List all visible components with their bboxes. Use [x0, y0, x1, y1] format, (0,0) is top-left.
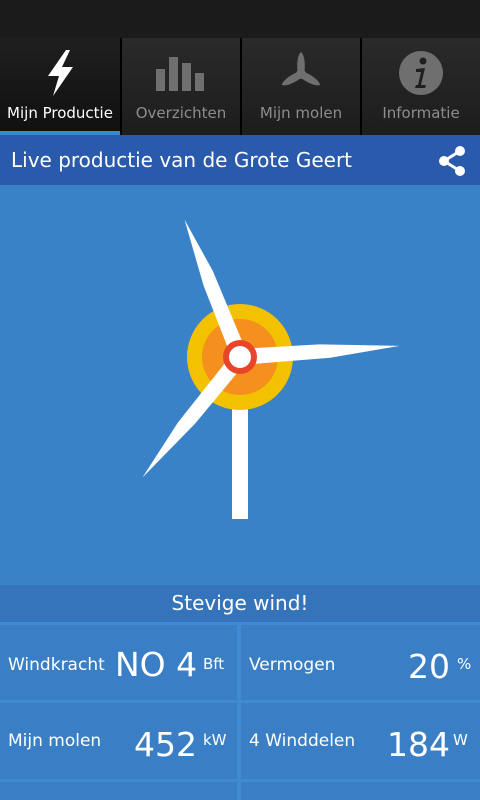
- tab-overzichten[interactable]: Overzichten: [120, 38, 240, 135]
- tab-label: Mijn Productie: [7, 104, 113, 122]
- stat-unit: Bft: [203, 655, 225, 673]
- stat-unit: W: [453, 731, 468, 749]
- turbine-rotor: [142, 219, 400, 478]
- stat-row-partial: [241, 782, 480, 800]
- stat-value: 184: [387, 725, 450, 764]
- status-bar: [0, 0, 480, 38]
- stat-value: NO 4: [115, 645, 198, 684]
- tab-label: Mijn molen: [259, 104, 343, 122]
- tab-bar: Mijn Productie Overzichten Mijn molen In…: [0, 38, 480, 135]
- stat-value: 20: [408, 647, 450, 686]
- stat-winddelen: 4 Winddelen 184 W: [241, 703, 480, 779]
- tab-label: Informatie: [382, 104, 460, 122]
- stat-vermogen: Vermogen 20 %: [241, 625, 480, 700]
- stat-label: Vermogen: [249, 655, 336, 675]
- stat-label: 4 Winddelen: [249, 731, 356, 751]
- stat-row-partial: [0, 782, 237, 800]
- info-icon: [391, 48, 451, 98]
- turbine-hub: [229, 346, 251, 368]
- share-icon[interactable]: [436, 145, 468, 177]
- stat-unit: kW: [203, 731, 227, 749]
- propeller-icon: [271, 48, 331, 98]
- stat-unit: %: [457, 655, 472, 673]
- tab-mijn-molen[interactable]: Mijn molen: [240, 38, 360, 135]
- tab-informatie[interactable]: Informatie: [360, 38, 480, 135]
- wind-turbine-scene: [0, 185, 480, 585]
- stat-label: Windkracht: [8, 655, 105, 675]
- tab-label: Overzichten: [135, 104, 227, 122]
- stat-label: Mijn molen: [8, 731, 102, 751]
- stat-value: 452: [134, 725, 197, 764]
- wind-status-text: Stevige wind!: [0, 585, 480, 622]
- stats-grid: Windkracht NO 4 Bft Vermogen 20 % Mijn m…: [0, 622, 480, 800]
- stat-mijn-molen: Mijn molen 452 kW: [0, 703, 237, 779]
- stat-windkracht: Windkracht NO 4 Bft: [0, 625, 237, 700]
- page-title: Live productie van de Grote Geert: [11, 148, 353, 172]
- lightning-icon: [30, 48, 90, 98]
- wind-turbine-illustration: [142, 219, 400, 519]
- bar-chart-icon: [151, 48, 211, 98]
- page-header: Live productie van de Grote Geert: [0, 135, 480, 185]
- tab-mijn-productie[interactable]: Mijn Productie: [0, 38, 120, 135]
